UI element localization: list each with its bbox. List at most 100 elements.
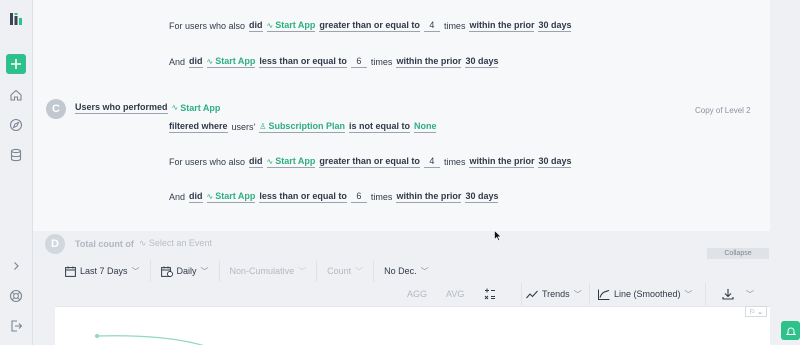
- level-c-header: Users who performed ∿ Start App: [75, 101, 220, 115]
- event-label: Start App: [180, 102, 221, 113]
- notification-button[interactable]: [781, 321, 800, 340]
- decimals-dropdown[interactable]: No Dec. ﹀: [374, 260, 439, 282]
- chevron-down-icon: ﹀: [684, 289, 693, 299]
- logout-icon[interactable]: [6, 316, 26, 336]
- avg-button[interactable]: AVG: [446, 283, 464, 305]
- filter-value-selector[interactable]: None: [413, 121, 437, 133]
- annotation-flag-button[interactable]: ⚐ ⌄: [745, 306, 767, 317]
- operator-selector[interactable]: less than or equal to: [259, 191, 347, 203]
- operator-selector[interactable]: greater than or equal to: [319, 20, 420, 32]
- event-label: Start App: [275, 156, 316, 166]
- home-icon[interactable]: [6, 85, 26, 105]
- trends-label: Trends: [542, 289, 570, 299]
- data-point: [95, 334, 99, 338]
- period-selector[interactable]: 30 days: [538, 20, 572, 32]
- condition-prefix: And: [169, 192, 186, 202]
- event-selector[interactable]: ∿ Start App: [206, 56, 256, 68]
- query-toolbar: Last 7 Days ﹀ Daily ﹀ Non-Cumulative ﹀ C…: [55, 260, 439, 282]
- download-dropdown[interactable]: ﹀: [705, 283, 754, 305]
- event-select[interactable]: ∿ Select an Event: [139, 238, 212, 249]
- event-icon: ∿: [171, 103, 179, 112]
- date-range-label: Last 7 Days: [80, 266, 128, 276]
- formula-icon[interactable]: [484, 283, 496, 305]
- repeat-condition-line: For users who also did ∿ Start App greate…: [169, 19, 572, 33]
- period-selector[interactable]: 30 days: [465, 191, 499, 203]
- filter-line: filtered where users' ♙ Subscription Plan…: [169, 120, 437, 134]
- period-selector[interactable]: 30 days: [538, 156, 572, 168]
- level-badge-c: C: [46, 99, 66, 119]
- count-input[interactable]: 4: [423, 156, 440, 168]
- property-label: Subscription Plan: [268, 121, 345, 131]
- chevron-down-icon: ﹀: [420, 266, 429, 276]
- database-icon[interactable]: [6, 145, 26, 165]
- event-placeholder: Select an Event: [148, 238, 212, 248]
- count-input[interactable]: 6: [350, 191, 367, 203]
- trends-dropdown[interactable]: Trends ﹀: [521, 283, 582, 305]
- calendar-icon: [65, 266, 76, 277]
- query-builder: For users who also did ∿ Start App greate…: [33, 0, 770, 231]
- within-selector[interactable]: within the prior: [396, 56, 462, 68]
- mouse-cursor: [494, 230, 502, 242]
- help-icon[interactable]: [6, 286, 26, 306]
- times-label: times: [443, 157, 466, 167]
- level-title: Total count of: [75, 238, 134, 249]
- collapse-button[interactable]: Collapse: [707, 248, 769, 259]
- within-selector[interactable]: within the prior: [469, 156, 535, 168]
- date-range-dropdown[interactable]: Last 7 Days ﹀: [55, 260, 151, 282]
- cumulative-dropdown[interactable]: Non-Cumulative ﹀: [220, 260, 318, 282]
- event-label: Start App: [275, 20, 316, 30]
- filter-label[interactable]: filtered where: [169, 121, 228, 133]
- event-label: Start App: [215, 191, 256, 201]
- within-selector[interactable]: within the prior: [469, 20, 535, 32]
- did-selector[interactable]: did: [189, 191, 203, 203]
- times-label: times: [370, 57, 393, 67]
- did-selector[interactable]: did: [189, 56, 203, 68]
- condition-prefix: And: [169, 57, 186, 67]
- chart-type-dropdown[interactable]: Line (Smoothed) ﹀: [589, 283, 693, 305]
- metric-dropdown[interactable]: Count ﹀: [317, 260, 375, 282]
- filter-scope: users': [231, 122, 256, 132]
- calendar-clock-icon: [160, 266, 173, 277]
- series-line: [96, 335, 204, 345]
- line-chart-icon: [598, 289, 610, 300]
- did-selector[interactable]: did: [249, 156, 263, 168]
- times-label: times: [370, 192, 393, 202]
- chevron-right-icon[interactable]: [6, 256, 26, 276]
- chart-type-label: Line (Smoothed): [614, 289, 681, 299]
- main-panel: For users who also did ∿ Start App greate…: [33, 0, 800, 345]
- did-selector[interactable]: did: [249, 20, 263, 32]
- event-selector[interactable]: ∿ Start App: [206, 191, 256, 203]
- count-input[interactable]: 4: [423, 20, 440, 32]
- chevron-down-icon: ﹀: [573, 289, 582, 299]
- repeat-condition-line: And did ∿ Start App less than or equal to…: [169, 190, 499, 204]
- logo-icon[interactable]: [6, 9, 26, 29]
- user-icon: ♙: [259, 121, 267, 131]
- operator-selector[interactable]: greater than or equal to: [319, 156, 420, 168]
- event-icon: ∿: [266, 156, 274, 166]
- agg-button[interactable]: AGG: [407, 283, 427, 305]
- plus-icon[interactable]: [6, 54, 26, 74]
- property-selector[interactable]: ♙ Subscription Plan: [259, 121, 345, 133]
- operator-selector[interactable]: less than or equal to: [259, 56, 347, 68]
- filter-operator-selector[interactable]: is not equal to: [348, 121, 410, 133]
- chevron-down-icon: ﹀: [131, 266, 140, 276]
- period-selector[interactable]: 30 days: [465, 56, 499, 68]
- interval-dropdown[interactable]: Daily ﹀: [151, 260, 220, 282]
- event-selector[interactable]: ∿ Start App: [266, 156, 316, 168]
- flag-icon: ⚐ ⌄: [748, 308, 764, 316]
- metric-label: Count: [327, 266, 352, 276]
- cumulative-label: Non-Cumulative: [229, 266, 295, 276]
- within-selector[interactable]: within the prior: [396, 191, 462, 203]
- level-title[interactable]: Users who performed: [75, 102, 168, 114]
- level-d-row: Total count of ∿ Select an Event: [75, 238, 212, 249]
- chart-toolbar: AGG AVG Trends ﹀ Line (Smoothed) ﹀ ﹀: [33, 283, 770, 305]
- count-input[interactable]: 6: [350, 56, 367, 68]
- event-selector[interactable]: ∿ Start App: [266, 20, 316, 32]
- interval-label: Daily: [176, 266, 197, 276]
- event-selector[interactable]: ∿ Start App: [172, 103, 221, 114]
- trend-line-icon: [526, 290, 538, 298]
- compass-icon[interactable]: [6, 115, 26, 135]
- condition-prefix: For users who also: [169, 157, 246, 167]
- copy-note: Copy of Level 2: [695, 106, 751, 115]
- chevron-down-icon: ﹀: [746, 289, 754, 299]
